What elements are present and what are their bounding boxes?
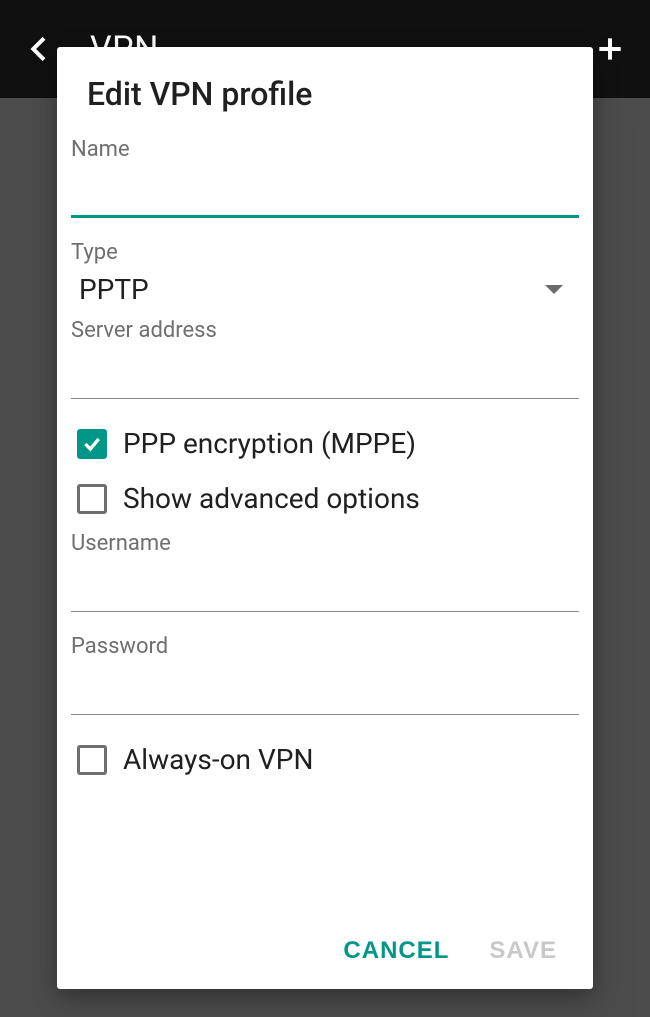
type-select[interactable]: PPTP [57, 267, 593, 312]
name-input[interactable] [71, 162, 579, 218]
check-icon [82, 434, 102, 454]
plus-icon [594, 33, 626, 65]
name-label: Name [57, 137, 593, 162]
password-input[interactable] [71, 659, 579, 715]
ppp-checkbox[interactable] [77, 429, 107, 459]
type-label: Type [57, 240, 593, 265]
server-input[interactable] [71, 343, 579, 399]
dialog-actions: CANCEL SAVE [57, 917, 593, 989]
server-label: Server address [57, 318, 593, 343]
arrow-back-icon [24, 33, 56, 65]
back-button[interactable] [20, 29, 60, 69]
dialog-title: Edit VPN profile [57, 75, 593, 131]
save-button[interactable]: SAVE [489, 937, 557, 965]
advanced-checkbox[interactable] [77, 484, 107, 514]
always-on-checkbox[interactable] [77, 745, 107, 775]
ppp-label: PPP encryption (MPPE) [123, 427, 416, 460]
password-label: Password [57, 634, 593, 659]
advanced-label: Show advanced options [123, 482, 420, 515]
app-root: VPN Edit VPN profile Name Type PPTP Serv… [0, 0, 650, 1017]
username-label: Username [57, 531, 593, 556]
ppp-encryption-row[interactable]: PPP encryption (MPPE) [57, 415, 593, 470]
always-on-label: Always-on VPN [123, 743, 313, 776]
edit-vpn-dialog: Edit VPN profile Name Type PPTP Server a… [57, 47, 593, 989]
username-input[interactable] [71, 556, 579, 612]
always-on-row[interactable]: Always-on VPN [57, 731, 593, 786]
dialog-form: Name Type PPTP Server address PPP encryp… [57, 131, 593, 917]
cancel-button[interactable]: CANCEL [343, 937, 449, 965]
add-button[interactable] [590, 29, 630, 69]
type-value: PPTP [79, 273, 149, 306]
advanced-options-row[interactable]: Show advanced options [57, 470, 593, 525]
chevron-down-icon [545, 285, 563, 294]
